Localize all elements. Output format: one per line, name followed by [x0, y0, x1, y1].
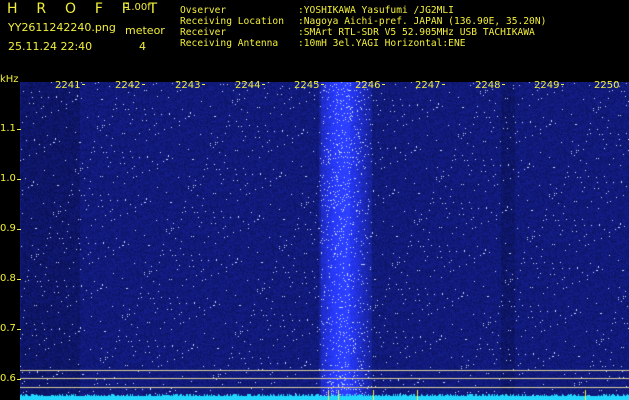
x-tick-label: 2241	[55, 80, 81, 91]
info-row-location: Receiving Location :Nagoya Aichi-pref. JA…	[180, 16, 546, 27]
x-tick-label: 2243	[175, 80, 201, 91]
info-row-receiver: Receiver :SMArt RTL-SDR V5 52.905MHz USB …	[180, 27, 546, 38]
meteor-count: 4	[139, 40, 146, 53]
x-tick-mark	[142, 84, 145, 85]
x-tick-label: 2244	[235, 80, 261, 91]
y-tick-label: 1.0	[0, 173, 16, 184]
info-value: :Nagoya Aichi-pref. JAPAN (136.90E, 35.2…	[298, 16, 547, 27]
x-tick-label: 2249	[534, 80, 560, 91]
x-tick-mark	[561, 84, 564, 85]
y-tick-mark	[17, 179, 21, 180]
station-info: Ovserver :YOSHIKAWA Yasufumi /JG2MLI Rece…	[180, 5, 546, 49]
app-version: 1.00f	[125, 2, 151, 13]
y-tick-mark	[17, 129, 21, 130]
waterfall-canvas	[20, 82, 629, 400]
x-tick-label: 2246	[355, 80, 381, 91]
y-tick-mark	[17, 279, 21, 280]
info-row-observer: Ovserver :YOSHIKAWA Yasufumi /JG2MLI	[180, 5, 546, 16]
y-axis-unit: kHz	[0, 74, 19, 85]
x-tick-label: 2248	[475, 80, 501, 91]
y-tick-mark	[17, 329, 21, 330]
y-tick-label: 0.8	[0, 273, 16, 284]
y-tick-mark	[17, 379, 21, 380]
date-time: 25.11.24 22:40	[8, 40, 93, 53]
y-tick-label: 0.9	[0, 223, 16, 234]
x-tick-mark	[82, 84, 85, 85]
x-tick-label: 2250	[594, 80, 620, 91]
info-value: :SMArt RTL-SDR V5 52.905MHz USB TACHIKAW…	[298, 27, 535, 38]
waterfall-plot	[20, 82, 629, 400]
header-panel: H R O F F T 1.00f YY2611242240.png meteo…	[0, 0, 629, 74]
meteor-label: meteor	[125, 24, 165, 37]
x-tick-mark	[202, 84, 205, 85]
x-tick-mark	[502, 84, 505, 85]
y-tick-label: 0.6	[0, 373, 16, 384]
x-tick-mark	[262, 84, 265, 85]
info-key: Receiving Antenna	[180, 38, 279, 49]
file-name: YY2611242240.png	[8, 21, 116, 34]
y-tick-mark	[17, 229, 21, 230]
y-tick-label: 0.7	[0, 323, 16, 334]
x-tick-mark	[382, 84, 385, 85]
info-key: Receiving Location	[180, 16, 284, 27]
y-tick-label: 1.1	[0, 123, 16, 134]
info-key: Ovserver	[180, 5, 227, 16]
x-tick-mark	[442, 84, 445, 85]
x-tick-label: 2247	[415, 80, 441, 91]
info-row-antenna: Receiving Antenna :10mH 3el.YAGI Horizont…	[180, 38, 546, 49]
x-tick-label: 2245	[294, 80, 320, 91]
info-value: :YOSHIKAWA Yasufumi /JG2MLI	[298, 5, 454, 16]
info-key: Receiver	[180, 27, 227, 38]
info-value: :10mH 3el.YAGI Horizontal:ENE	[298, 38, 466, 49]
x-tick-label: 2242	[115, 80, 141, 91]
x-tick-mark	[321, 84, 324, 85]
